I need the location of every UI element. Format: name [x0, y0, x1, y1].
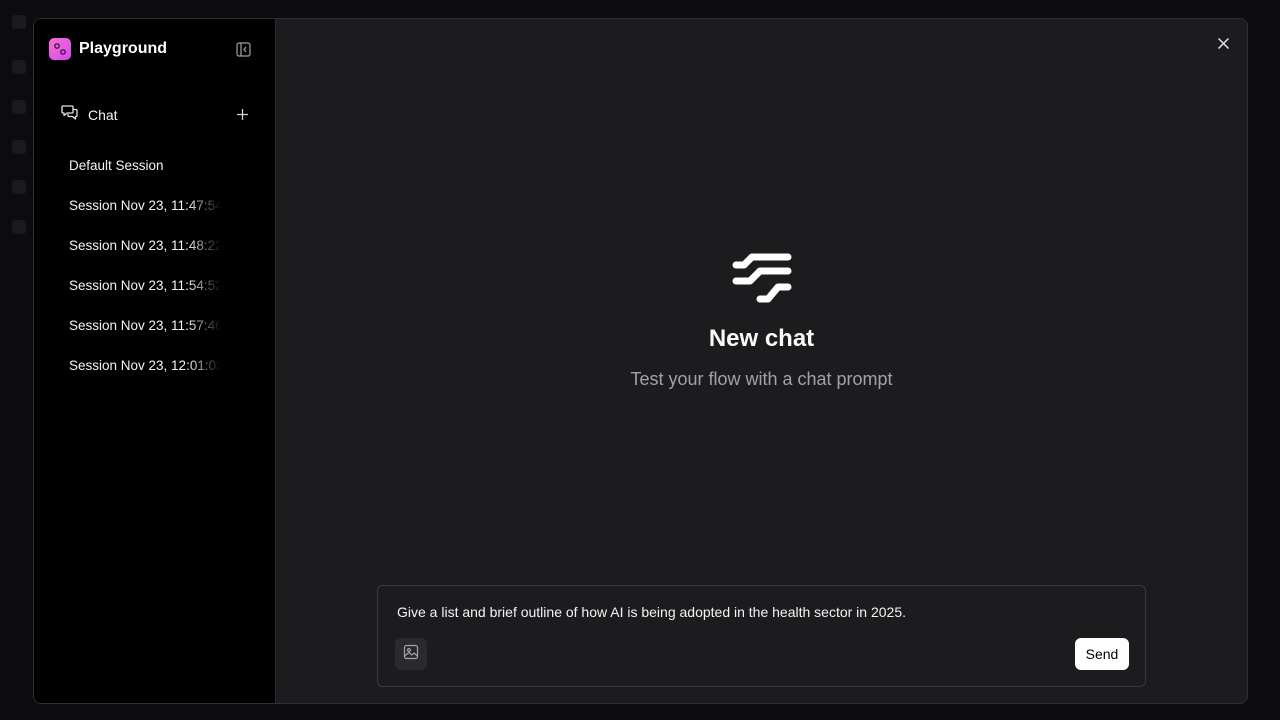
session-item[interactable]: Session Nov 23, 11:48:22 [69, 225, 221, 265]
chat-input-box: Send [377, 585, 1146, 687]
session-list: Default Session Session Nov 23, 11:47:54… [69, 145, 221, 385]
chat-message-input[interactable] [395, 603, 1128, 621]
sidebar-collapse-icon[interactable] [235, 41, 252, 58]
playground-logo-icon [49, 38, 71, 60]
session-item[interactable]: Default Session [69, 145, 221, 185]
send-button[interactable]: Send [1075, 638, 1129, 670]
playground-modal: Playground Chat Default Session Session … [33, 18, 1248, 704]
chat-section-header: Chat [61, 103, 251, 126]
session-item[interactable]: Session Nov 23, 11:47:54 [69, 185, 221, 225]
playground-sidebar: Playground Chat Default Session Session … [34, 19, 276, 703]
image-icon [403, 644, 419, 665]
background-icon [12, 15, 26, 29]
new-chat-plus-icon[interactable] [233, 106, 251, 124]
session-item[interactable]: Session Nov 23, 11:57:46 [69, 305, 221, 345]
background-icon [12, 220, 26, 234]
chat-main-area: New chat Test your flow with a chat prom… [276, 19, 1247, 703]
empty-chat-state: New chat Test your flow with a chat prom… [276, 251, 1247, 390]
image-upload-button[interactable] [395, 638, 427, 670]
langflow-logo-icon [730, 251, 794, 307]
chat-bubbles-icon [61, 103, 79, 126]
background-icon [12, 100, 26, 114]
empty-state-subtitle: Test your flow with a chat prompt [630, 369, 893, 389]
brand: Playground [49, 38, 167, 60]
background-icon [12, 140, 26, 154]
background-icon [12, 60, 26, 74]
close-icon[interactable] [1215, 35, 1231, 51]
sidebar-title: Playground [79, 40, 168, 57]
empty-state-title: New chat [708, 325, 815, 352]
session-item[interactable]: Session Nov 23, 11:54:52 [69, 265, 221, 305]
chat-section-label: Chat [88, 106, 118, 123]
background-icon [12, 180, 26, 194]
session-item[interactable]: Session Nov 23, 12:01:03 [69, 345, 221, 385]
